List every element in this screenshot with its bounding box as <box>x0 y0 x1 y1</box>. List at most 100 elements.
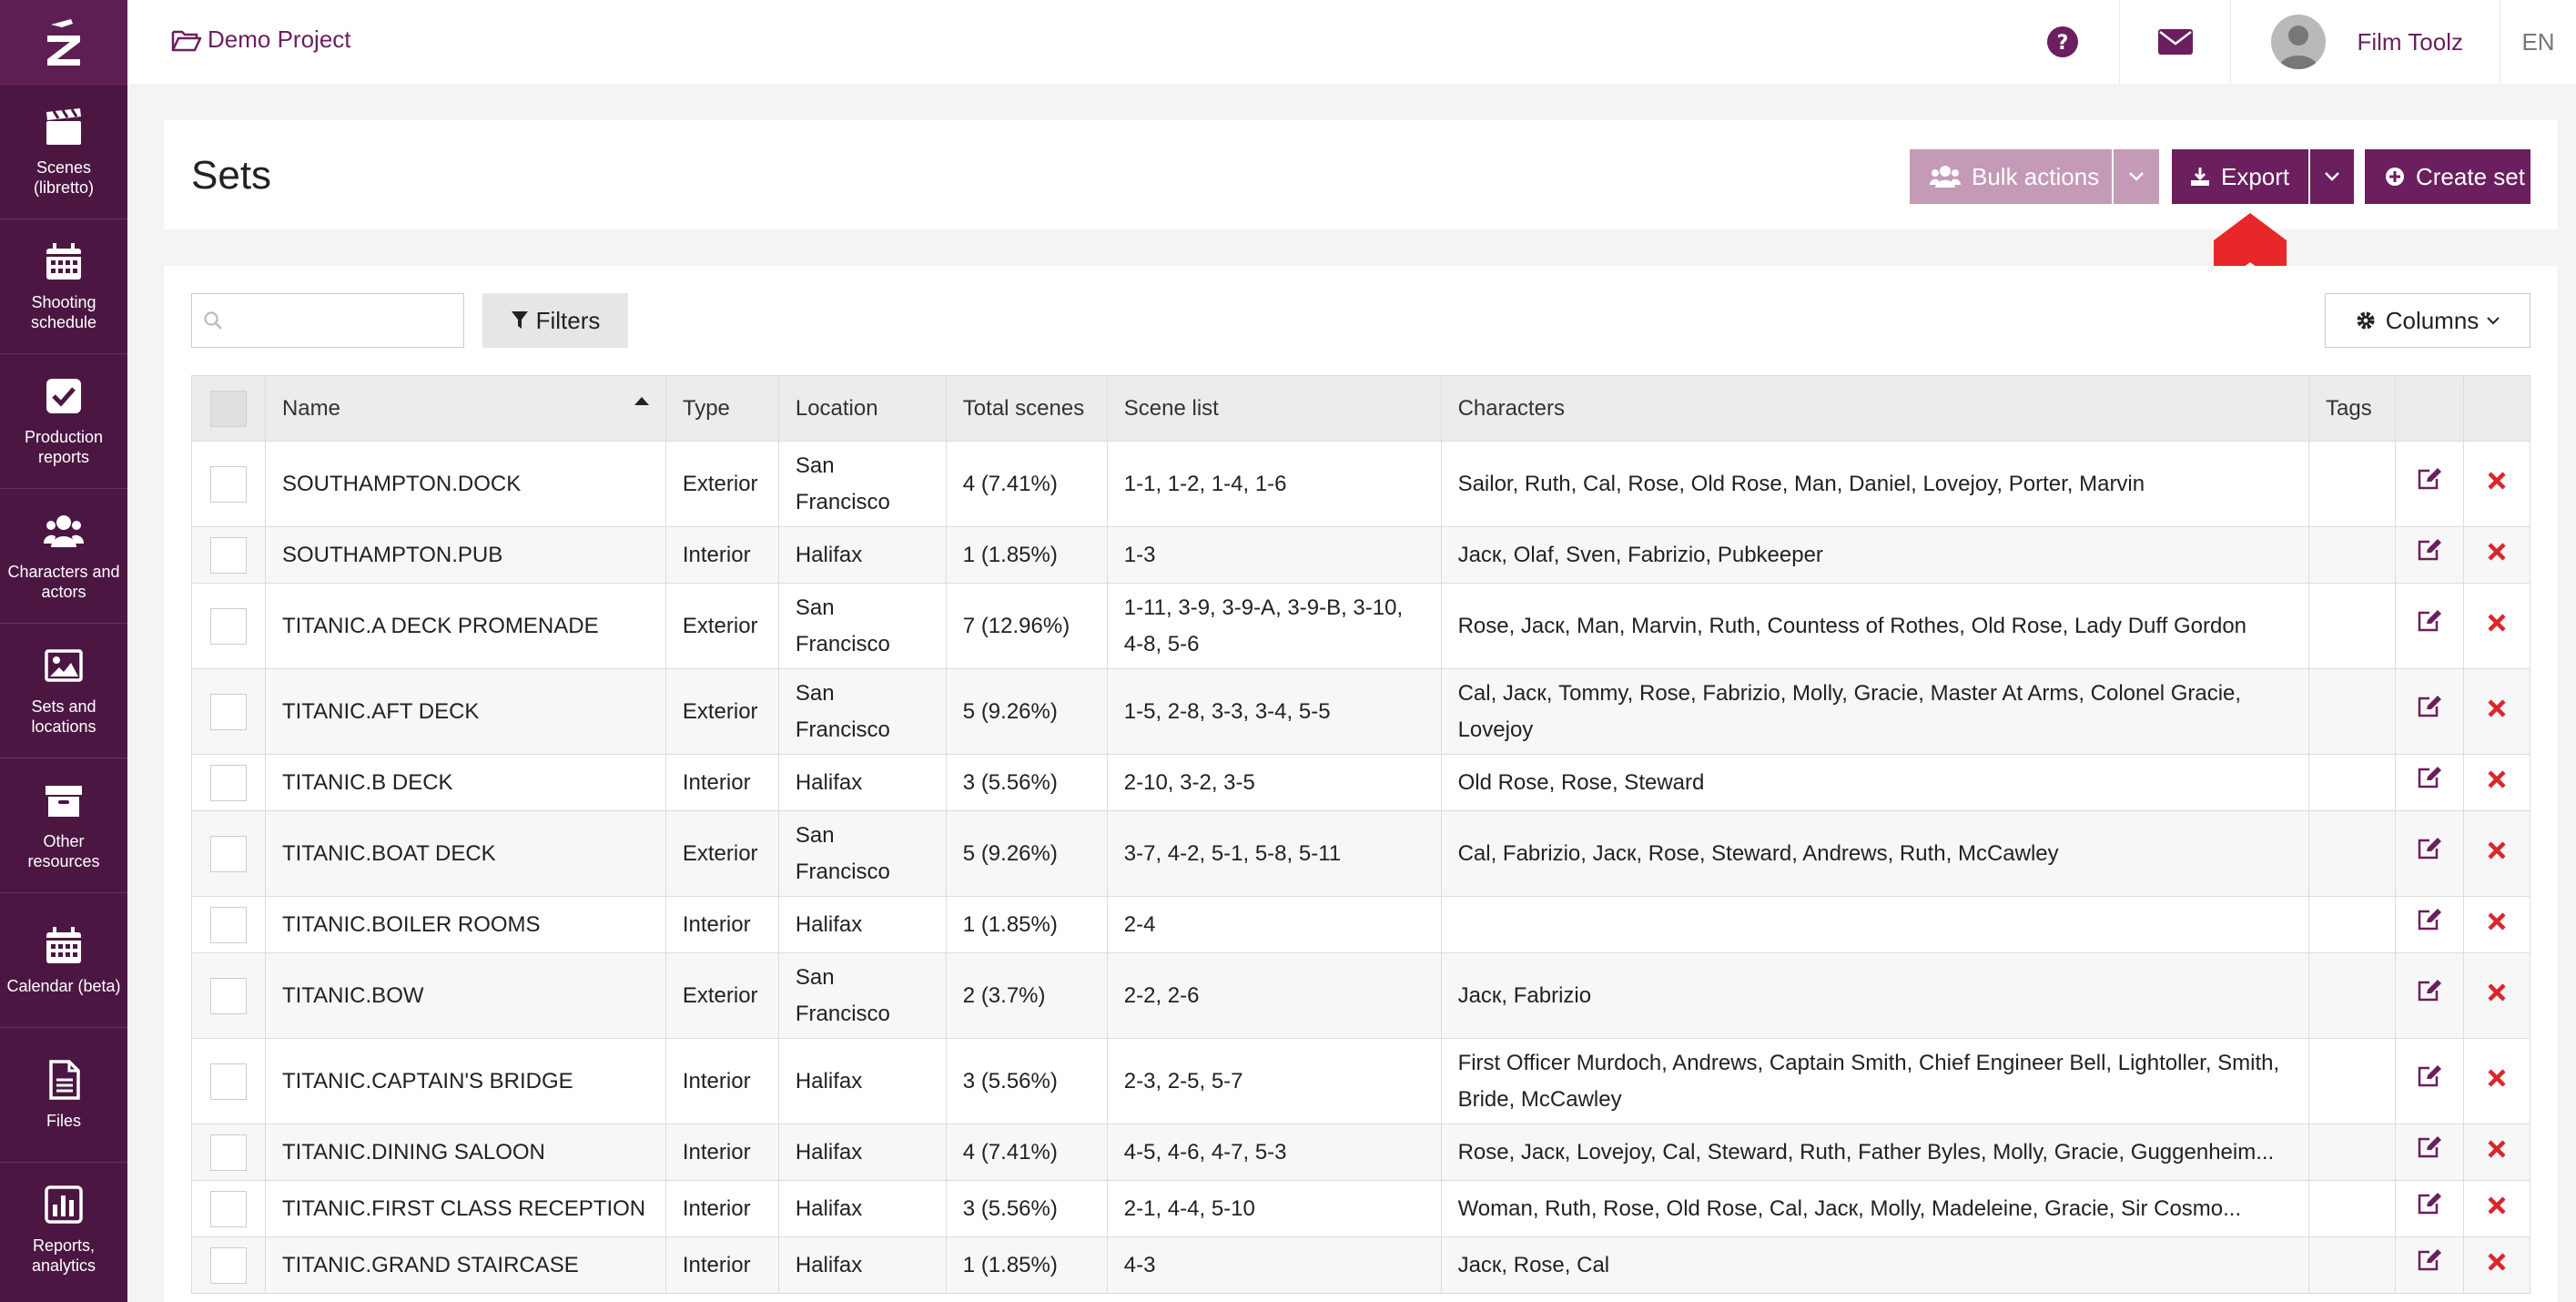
set-name[interactable]: SOUTHAMPTON.PUB <box>264 526 666 584</box>
delete-icon[interactable] <box>2487 911 2507 931</box>
table-row[interactable]: TITANIC.GRAND STAIRCASE Interior Halifax 1 … <box>191 1236 2531 1294</box>
delete-cell[interactable] <box>2462 1124 2531 1181</box>
delete-cell[interactable] <box>2462 526 2531 584</box>
delete-cell[interactable] <box>2462 1038 2531 1124</box>
edit-icon[interactable] <box>2417 979 2442 1002</box>
delete-cell[interactable] <box>2462 896 2531 953</box>
delete-cell[interactable] <box>2462 810 2531 897</box>
set-name[interactable]: SOUTHAMPTON.DOCK <box>264 441 666 527</box>
delete-cell[interactable] <box>2462 1236 2531 1294</box>
edit-cell[interactable] <box>2394 583 2464 669</box>
edit-cell[interactable] <box>2394 526 2464 584</box>
column-header-type[interactable]: Type <box>664 375 779 442</box>
delete-icon[interactable] <box>2487 840 2507 860</box>
set-name[interactable]: TITANIC.CAPTAIN'S BRIDGE <box>264 1038 666 1124</box>
table-row[interactable]: TITANIC.DINING SALOON Interior Halifax 4 (7… <box>191 1124 2531 1181</box>
user-menu[interactable]: Film Toolz <box>2230 0 2500 84</box>
edit-icon[interactable] <box>2417 538 2442 562</box>
delete-icon[interactable] <box>2487 542 2507 562</box>
table-row[interactable]: TITANIC.BOW Exterior San Francisco 2 (3.7%)… <box>191 952 2531 1039</box>
sidebar-item-reports-analytics[interactable]: Reports, analytics <box>0 1162 127 1297</box>
sidebar-item-shooting-schedule[interactable]: Shooting schedule <box>0 219 127 353</box>
row-checkbox[interactable] <box>209 607 247 645</box>
delete-icon[interactable] <box>2487 471 2507 491</box>
delete-cell[interactable] <box>2462 1180 2531 1237</box>
help-button[interactable]: ? <box>2006 0 2119 84</box>
bulk-actions-button[interactable]: Bulk actions <box>1910 149 2112 204</box>
sidebar-item-other-resources[interactable]: Other resources <box>0 758 127 892</box>
edit-icon[interactable] <box>2417 766 2442 789</box>
column-header-tags[interactable]: Tags <box>2308 375 2396 442</box>
set-name[interactable]: TITANIC.AFT DECK <box>264 668 666 755</box>
edit-cell[interactable] <box>2394 1124 2464 1181</box>
delete-icon[interactable] <box>2487 1139 2507 1159</box>
delete-icon[interactable] <box>2487 698 2507 718</box>
edit-cell[interactable] <box>2394 668 2464 755</box>
column-header-location[interactable]: Location <box>777 375 947 442</box>
sidebar-item-sets-and-locations[interactable]: Sets and locations <box>0 623 127 758</box>
set-name[interactable]: TITANIC.BOILER ROOMS <box>264 896 666 953</box>
edit-icon[interactable] <box>2417 1064 2442 1088</box>
row-checkbox[interactable] <box>209 536 247 574</box>
row-checkbox[interactable] <box>209 693 247 730</box>
table-row[interactable]: SOUTHAMPTON.DOCK Exterior San Francisco 4 (… <box>191 441 2531 527</box>
edit-cell[interactable] <box>2394 810 2464 897</box>
row-checkbox[interactable] <box>209 465 247 503</box>
edit-cell[interactable] <box>2394 896 2464 953</box>
delete-cell[interactable] <box>2462 754 2531 811</box>
export-button[interactable]: Export <box>2172 149 2308 204</box>
edit-icon[interactable] <box>2417 908 2442 931</box>
sidebar-item-production-reports[interactable]: Production reports <box>0 353 127 488</box>
delete-icon[interactable] <box>2487 613 2507 633</box>
delete-icon[interactable] <box>2487 1252 2507 1272</box>
delete-cell[interactable] <box>2462 441 2531 527</box>
set-name[interactable]: TITANIC.GRAND STAIRCASE <box>264 1236 666 1294</box>
delete-icon[interactable] <box>2487 1068 2507 1088</box>
filters-button[interactable]: Filters <box>482 293 628 348</box>
sidebar-item-characters-and-actors[interactable]: Characters and actors <box>0 488 127 623</box>
table-row[interactable]: TITANIC.FIRST CLASS RECEPTION Interior Hal… <box>191 1180 2531 1237</box>
export-dropdown[interactable] <box>2310 149 2354 204</box>
table-row[interactable]: TITANIC.CAPTAIN'S BRIDGE Interior Halifax 3… <box>191 1038 2531 1124</box>
messages-button[interactable] <box>2119 0 2230 84</box>
set-name[interactable]: TITANIC.DINING SALOON <box>264 1124 666 1181</box>
breadcrumb[interactable]: Demo Project <box>171 25 351 54</box>
column-header-total-scenes[interactable]: Total scenes <box>945 375 1108 442</box>
delete-cell[interactable] <box>2462 583 2531 669</box>
edit-cell[interactable] <box>2394 1236 2464 1294</box>
set-name[interactable]: TITANIC.FIRST CLASS RECEPTION <box>264 1180 666 1237</box>
set-name[interactable]: TITANIC.BOW <box>264 952 666 1039</box>
set-name[interactable]: TITANIC.B DECK <box>264 754 666 811</box>
table-row[interactable]: TITANIC.AFT DECK Exterior San Francisco 5 (… <box>191 668 2531 755</box>
delete-icon[interactable] <box>2487 982 2507 1002</box>
delete-cell[interactable] <box>2462 952 2531 1039</box>
edit-cell[interactable] <box>2394 754 2464 811</box>
table-row[interactable]: TITANIC.A DECK PROMENADE Exterior San Fran… <box>191 583 2531 669</box>
edit-icon[interactable] <box>2417 1248 2442 1272</box>
row-checkbox[interactable] <box>209 1246 247 1284</box>
row-checkbox[interactable] <box>209 764 247 801</box>
set-name[interactable]: TITANIC.A DECK PROMENADE <box>264 583 666 669</box>
row-checkbox[interactable] <box>209 835 247 872</box>
columns-button[interactable]: Columns <box>2325 293 2530 348</box>
sidebar-item-calendar-beta[interactable]: Calendar (beta) <box>0 892 127 1027</box>
edit-icon[interactable] <box>2417 1135 2442 1159</box>
create-set-button[interactable]: Create set <box>2365 149 2530 204</box>
sidebar-item-scenes-libretto[interactable]: Scenes (libretto) <box>0 84 127 219</box>
search-box[interactable] <box>191 293 464 348</box>
select-all-checkbox[interactable] <box>209 390 247 427</box>
edit-icon[interactable] <box>2417 609 2442 633</box>
delete-icon[interactable] <box>2487 1195 2507 1216</box>
edit-cell[interactable] <box>2394 1038 2464 1124</box>
column-header-characters[interactable]: Characters <box>1440 375 2310 442</box>
project-name[interactable]: Demo Project <box>208 25 351 54</box>
row-checkbox[interactable] <box>209 977 247 1014</box>
delete-icon[interactable] <box>2487 769 2507 789</box>
edit-icon[interactable] <box>2417 1192 2442 1216</box>
row-checkbox[interactable] <box>209 906 247 943</box>
edit-cell[interactable] <box>2394 441 2464 527</box>
table-row[interactable]: SOUTHAMPTON.PUB Interior Halifax 1 (1.85%) 1… <box>191 526 2531 584</box>
language-switch[interactable]: EN <box>2500 0 2576 84</box>
edit-icon[interactable] <box>2417 695 2442 718</box>
row-checkbox[interactable] <box>209 1134 247 1171</box>
